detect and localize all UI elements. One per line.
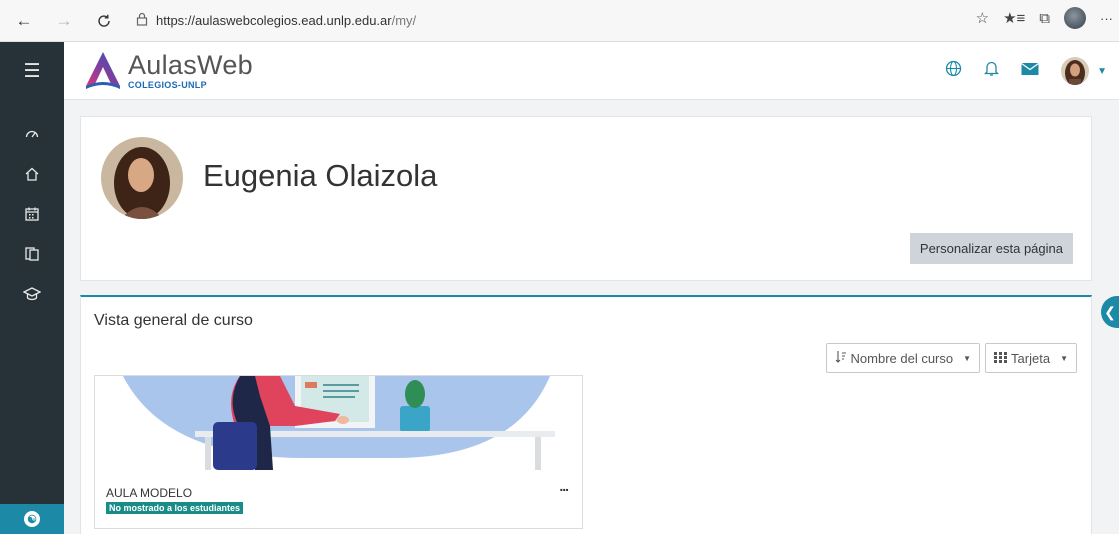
course-image[interactable]	[95, 376, 583, 470]
view-dropdown[interactable]: Tarjeta ▼	[985, 343, 1077, 373]
accessibility-button[interactable]: ☯	[0, 504, 64, 534]
course-overview-title: Vista general de curso	[94, 312, 253, 329]
back-icon[interactable]: ←	[10, 7, 38, 35]
course-actions-menu-icon[interactable]: ...	[559, 478, 569, 494]
lock-icon	[136, 12, 148, 29]
chevron-down-icon: ▼	[963, 353, 972, 363]
forward-icon[interactable]: →	[50, 7, 78, 35]
chevron-down-icon: ▼	[1060, 353, 1068, 363]
accessibility-icon: ☯	[24, 511, 40, 527]
profile-picture	[101, 137, 183, 219]
view-dropdown-label: Tarjeta	[1011, 350, 1051, 366]
user-avatar[interactable]	[1061, 57, 1090, 85]
files-icon[interactable]	[0, 234, 64, 274]
aulasweb-logo-icon[interactable]	[84, 50, 122, 90]
customize-page-button[interactable]: Personalizar esta página	[909, 233, 1073, 264]
top-navbar: AulasWeb COLEGIOS-UNLP ▼	[64, 42, 1119, 100]
sort-icon	[835, 350, 847, 366]
menu-toggle-icon[interactable]: ☰	[0, 42, 64, 100]
course-name[interactable]: AULA MODELO	[106, 486, 192, 500]
refresh-icon[interactable]	[90, 7, 118, 35]
brand-title: AulasWeb	[128, 50, 253, 80]
profile-icon[interactable]	[1064, 7, 1086, 29]
user-menu-caret-icon[interactable]: ▼	[1097, 66, 1107, 77]
user-name-heading: Eugenia Olaizola	[203, 157, 438, 193]
dashboard-icon[interactable]	[0, 114, 64, 154]
notification-bell-icon[interactable]	[984, 60, 1000, 82]
browser-toolbar: ← → https://aulaswebcolegios.ead.unlp.ed…	[0, 0, 1119, 42]
address-bar[interactable]: https://aulaswebcolegios.ead.unlp.edu.ar…	[136, 12, 416, 29]
sort-dropdown-label: Nombre del curso	[850, 350, 954, 366]
hidden-from-students-badge: No mostrado a los estudiantes	[106, 502, 244, 514]
page-header: Eugenia Olaizola Personalizar esta págin…	[80, 116, 1092, 281]
favorites-list-icon[interactable]: ★≡	[1003, 9, 1025, 27]
courses-icon[interactable]	[0, 274, 64, 314]
nav-drawer: ☰ ☯	[0, 42, 64, 534]
calendar-icon[interactable]	[0, 194, 64, 234]
url-host: https://aulaswebcolegios.ead.unlp.edu.ar	[156, 13, 392, 28]
collections-icon[interactable]: ⧉	[1039, 10, 1050, 27]
grid-icon	[994, 351, 1008, 366]
favorite-star-icon[interactable]: ☆	[976, 9, 989, 27]
more-icon[interactable]: ···	[1100, 11, 1113, 26]
home-icon[interactable]	[0, 154, 64, 194]
messages-envelope-icon[interactable]	[1021, 62, 1039, 81]
brand-subtitle: COLEGIOS-UNLP	[128, 80, 207, 90]
course-card[interactable]: AULA MODELO No mostrado a los estudiante…	[94, 375, 583, 529]
sort-dropdown[interactable]: Nombre del curso ▼	[825, 343, 981, 373]
language-globe-icon[interactable]	[945, 60, 962, 82]
url-path: /my/	[391, 13, 417, 28]
drawer-collapse-chevron-icon[interactable]: ❮	[1101, 296, 1119, 328]
course-overview-block: Vista general de curso Nombre del curso …	[80, 295, 1092, 534]
